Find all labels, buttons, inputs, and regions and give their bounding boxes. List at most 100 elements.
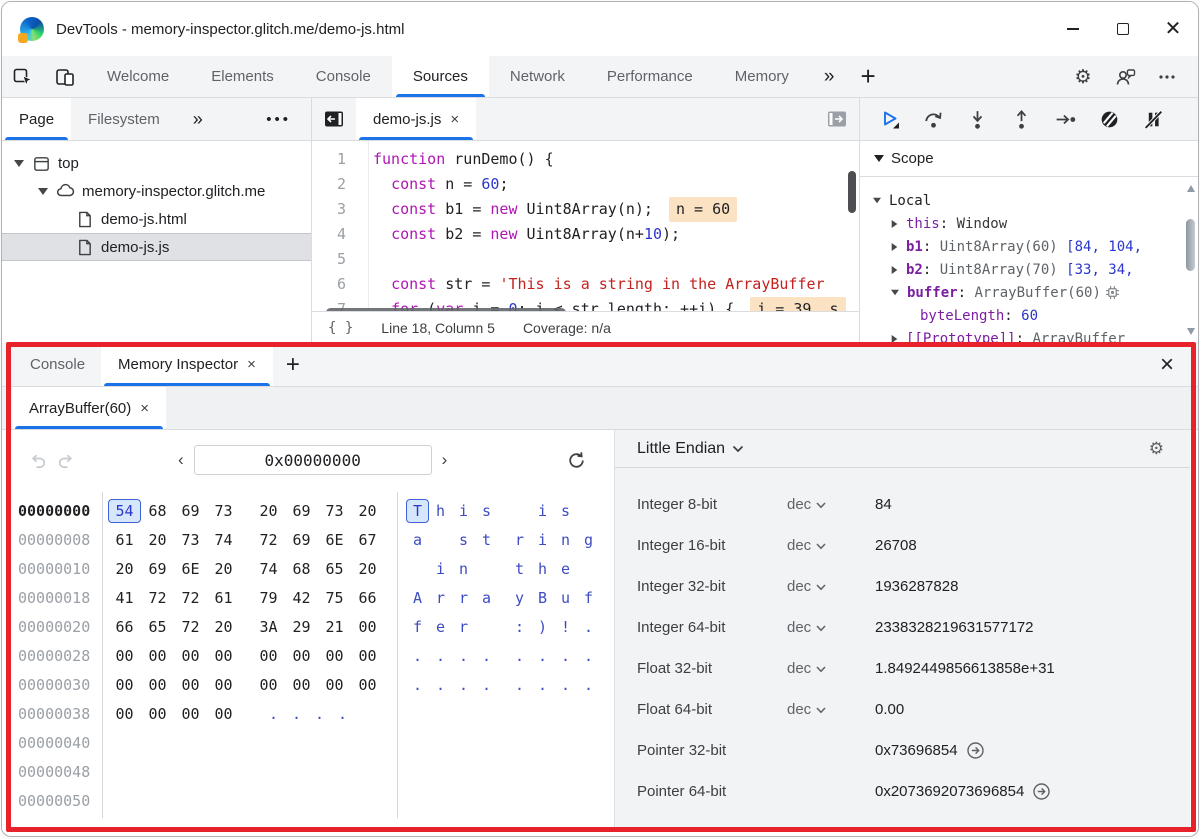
- line-number[interactable]: 3: [312, 197, 358, 222]
- jump-to-address-icon[interactable]: [1032, 782, 1051, 801]
- tree-item-demo-js.html[interactable]: demo-js.html: [2, 205, 311, 233]
- close-tab-icon[interactable]: ×: [140, 400, 149, 417]
- ascii-char[interactable]: a: [475, 586, 498, 610]
- ascii-char[interactable]: ): [531, 615, 554, 639]
- ascii-char[interactable]: t: [475, 528, 498, 552]
- ascii-char[interactable]: :: [508, 615, 531, 639]
- ascii-char[interactable]: h: [429, 499, 452, 523]
- hex-byte[interactable]: 41: [108, 586, 141, 610]
- hex-byte[interactable]: 00: [318, 644, 351, 668]
- hex-byte[interactable]: 3A: [252, 615, 285, 639]
- hex-byte[interactable]: 20: [252, 499, 285, 523]
- ascii-char[interactable]: n: [554, 528, 577, 552]
- show-debugger-button[interactable]: [815, 98, 859, 140]
- ascii-char[interactable]: A: [406, 586, 429, 610]
- maximize-button[interactable]: [1098, 2, 1148, 56]
- step-out-button[interactable]: [1004, 102, 1039, 137]
- hex-byte[interactable]: 00: [141, 644, 174, 668]
- hex-byte[interactable]: 73: [174, 528, 207, 552]
- ascii-char[interactable]: s: [452, 528, 475, 552]
- ascii-char[interactable]: .: [452, 644, 475, 668]
- ascii-char[interactable]: .: [406, 644, 429, 668]
- value-format-select[interactable]: dec: [787, 537, 875, 554]
- jump-to-address-icon[interactable]: [966, 741, 985, 760]
- ascii-char[interactable]: e: [429, 615, 452, 639]
- close-button[interactable]: ✕: [1148, 2, 1198, 56]
- hex-byte[interactable]: 20: [351, 499, 384, 523]
- ascii-char[interactable]: i: [429, 557, 452, 581]
- refresh-button[interactable]: [562, 446, 590, 474]
- redo-button[interactable]: [52, 446, 80, 474]
- tab-filesystem[interactable]: Filesystem: [71, 98, 177, 140]
- expand-triangle-icon[interactable]: [14, 160, 24, 167]
- hex-byte[interactable]: 79: [252, 586, 285, 610]
- hex-byte[interactable]: 72: [174, 615, 207, 639]
- previous-page-button[interactable]: ‹: [168, 450, 194, 470]
- ascii-char[interactable]: r: [452, 615, 475, 639]
- resume-button[interactable]: [872, 102, 907, 137]
- scrollbar-thumb[interactable]: [1186, 219, 1195, 271]
- hex-byte[interactable]: 72: [252, 528, 285, 552]
- ascii-char[interactable]: r: [508, 528, 531, 552]
- ascii-char[interactable]: .: [262, 702, 285, 726]
- hex-byte[interactable]: 00: [174, 702, 207, 726]
- ascii-char[interactable]: r: [429, 586, 452, 610]
- ascii-char[interactable]: s: [554, 499, 577, 523]
- hex-byte[interactable]: 67: [351, 528, 384, 552]
- tree-item-memory-inspector.glitch.me[interactable]: memory-inspector.glitch.me: [2, 177, 311, 205]
- step-into-button[interactable]: [960, 102, 995, 137]
- ascii-char[interactable]: .: [429, 673, 452, 697]
- ascii-char[interactable]: [577, 499, 600, 523]
- scope-row-Local[interactable]: Local: [860, 189, 1198, 212]
- scope-row-buffer[interactable]: buffer: ArrayBuffer(60): [860, 281, 1198, 304]
- tree-item-demo-js.js[interactable]: demo-js.js: [2, 233, 311, 261]
- line-number[interactable]: 5: [312, 247, 358, 272]
- scope-row-b1[interactable]: b1: Uint8Array(60) [84, 104,: [860, 235, 1198, 258]
- hex-byte[interactable]: 29: [285, 615, 318, 639]
- ascii-char[interactable]: .: [429, 644, 452, 668]
- scope-row-byteLength[interactable]: byteLength: 60: [860, 304, 1198, 327]
- drawer-tab-memory-inspector[interactable]: Memory Inspector ×: [101, 343, 273, 386]
- editor-vertical-scrollbar[interactable]: [848, 171, 856, 213]
- hex-byte[interactable]: 68: [285, 557, 318, 581]
- tab-welcome[interactable]: Welcome: [86, 56, 190, 97]
- hex-byte[interactable]: 00: [285, 644, 318, 668]
- hex-byte[interactable]: 65: [141, 615, 174, 639]
- hex-byte[interactable]: 66: [351, 586, 384, 610]
- hex-byte[interactable]: 00: [351, 615, 384, 639]
- ascii-char[interactable]: t: [508, 557, 531, 581]
- ascii-char[interactable]: f: [406, 615, 429, 639]
- close-tab-icon[interactable]: ×: [247, 356, 256, 373]
- ascii-char[interactable]: .: [508, 673, 531, 697]
- endianness-select[interactable]: Little Endian: [637, 440, 725, 458]
- expand-triangle-icon[interactable]: [38, 188, 48, 195]
- next-page-button[interactable]: ›: [432, 450, 458, 470]
- ascii-char[interactable]: .: [475, 644, 498, 668]
- ascii-char[interactable]: g: [577, 528, 600, 552]
- hex-byte[interactable]: 6E: [174, 557, 207, 581]
- hex-byte[interactable]: 00: [174, 673, 207, 697]
- tab-elements[interactable]: Elements: [190, 56, 295, 97]
- ascii-char[interactable]: .: [475, 673, 498, 697]
- devtools-menu-button[interactable]: [1146, 56, 1188, 97]
- expand-triangle-icon[interactable]: [892, 243, 898, 251]
- hex-byte[interactable]: 72: [141, 586, 174, 610]
- tab-console[interactable]: Console: [295, 56, 392, 97]
- scope-row-this[interactable]: this: Window: [860, 212, 1198, 235]
- hex-byte[interactable]: 20: [141, 528, 174, 552]
- ascii-char[interactable]: n: [452, 557, 475, 581]
- hex-byte[interactable]: 20: [351, 557, 384, 581]
- hex-byte[interactable]: 00: [285, 673, 318, 697]
- ascii-char[interactable]: [406, 557, 429, 581]
- ascii-char[interactable]: .: [406, 673, 429, 697]
- ascii-char[interactable]: .: [554, 644, 577, 668]
- hex-byte[interactable]: 00: [252, 644, 285, 668]
- device-toolbar-button[interactable]: [44, 56, 86, 97]
- ascii-char[interactable]: f: [577, 586, 600, 610]
- value-format-select[interactable]: dec: [787, 496, 875, 513]
- ascii-char[interactable]: .: [285, 702, 308, 726]
- tab-sources[interactable]: Sources: [392, 56, 489, 97]
- hex-byte[interactable]: 00: [351, 644, 384, 668]
- ascii-char[interactable]: .: [577, 615, 600, 639]
- expand-triangle-icon[interactable]: [892, 266, 898, 274]
